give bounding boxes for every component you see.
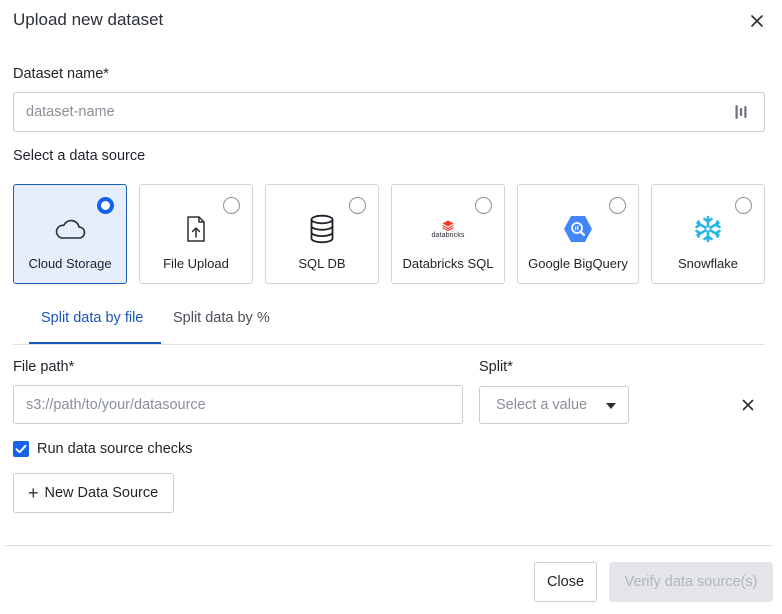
radio-icon[interactable] [223, 197, 240, 214]
data-source-label-file-upload: File Upload [163, 256, 229, 271]
radio-icon[interactable] [609, 197, 626, 214]
file-upload-icon [187, 216, 205, 242]
split-select[interactable]: Select a value [479, 386, 629, 424]
verify-data-sources-button: Verify data source(s) [609, 562, 773, 602]
dialog-title: Upload new dataset [13, 10, 164, 29]
cloud-icon [55, 219, 86, 239]
checkmark-icon [15, 444, 27, 454]
data-source-option-snowflake[interactable]: Snowflake [651, 184, 765, 284]
radio-icon[interactable] [735, 197, 752, 214]
data-source-label: Select a data source [13, 148, 146, 164]
data-source-label-databricks-sql: Databricks SQL [402, 256, 494, 271]
dataset-name-label: Dataset name* [13, 66, 109, 82]
autofill-icon[interactable] [734, 104, 748, 120]
snowflake-logo [695, 215, 721, 243]
file-path-input[interactable] [13, 385, 463, 424]
split-select-placeholder: Select a value [496, 397, 588, 413]
tab-split-by-percent[interactable]: Split data by % [173, 310, 270, 326]
data-source-option-cloud-storage[interactable]: Cloud Storage [13, 184, 127, 284]
dataset-name-input[interactable] [13, 92, 765, 132]
data-source-label-sql-db: SQL DB [298, 256, 346, 271]
radio-icon[interactable] [475, 197, 492, 214]
databricks-logo-text: databricks [431, 231, 465, 239]
data-source-label-cloud-storage: Cloud Storage [28, 256, 112, 271]
database-icon [310, 214, 334, 244]
data-source-option-google-bigquery[interactable]: Google BigQuery [517, 184, 639, 284]
split-label: Split* [479, 359, 513, 375]
close-icon[interactable] [748, 12, 766, 30]
tab-split-by-file[interactable]: Split data by file [41, 310, 143, 326]
bigquery-logo [564, 216, 592, 242]
tabs-divider [13, 344, 765, 345]
radio-icon[interactable] [349, 197, 366, 214]
data-source-option-databricks-sql[interactable]: databricks Databricks SQL [391, 184, 505, 284]
caret-down-icon [606, 403, 616, 409]
radio-selected-icon[interactable] [97, 197, 114, 214]
active-tab-indicator [29, 342, 161, 344]
databricks-logo [442, 220, 454, 231]
footer-divider [5, 545, 773, 546]
data-source-label-snowflake: Snowflake [678, 256, 738, 271]
new-data-source-button[interactable]: + New Data Source [13, 473, 174, 513]
new-data-source-label: New Data Source [44, 485, 159, 501]
data-source-option-sql-db[interactable]: SQL DB [265, 184, 379, 284]
close-button[interactable]: Close [534, 562, 597, 602]
file-path-label: File path* [13, 359, 75, 375]
remove-row-icon[interactable] [741, 398, 755, 412]
run-checks-label: Run data source checks [37, 441, 193, 457]
run-checks-checkbox[interactable] [13, 441, 29, 457]
data-source-label-google-bigquery: Google BigQuery [528, 256, 628, 271]
data-source-option-file-upload[interactable]: File Upload [139, 184, 253, 284]
plus-icon: + [28, 483, 39, 503]
